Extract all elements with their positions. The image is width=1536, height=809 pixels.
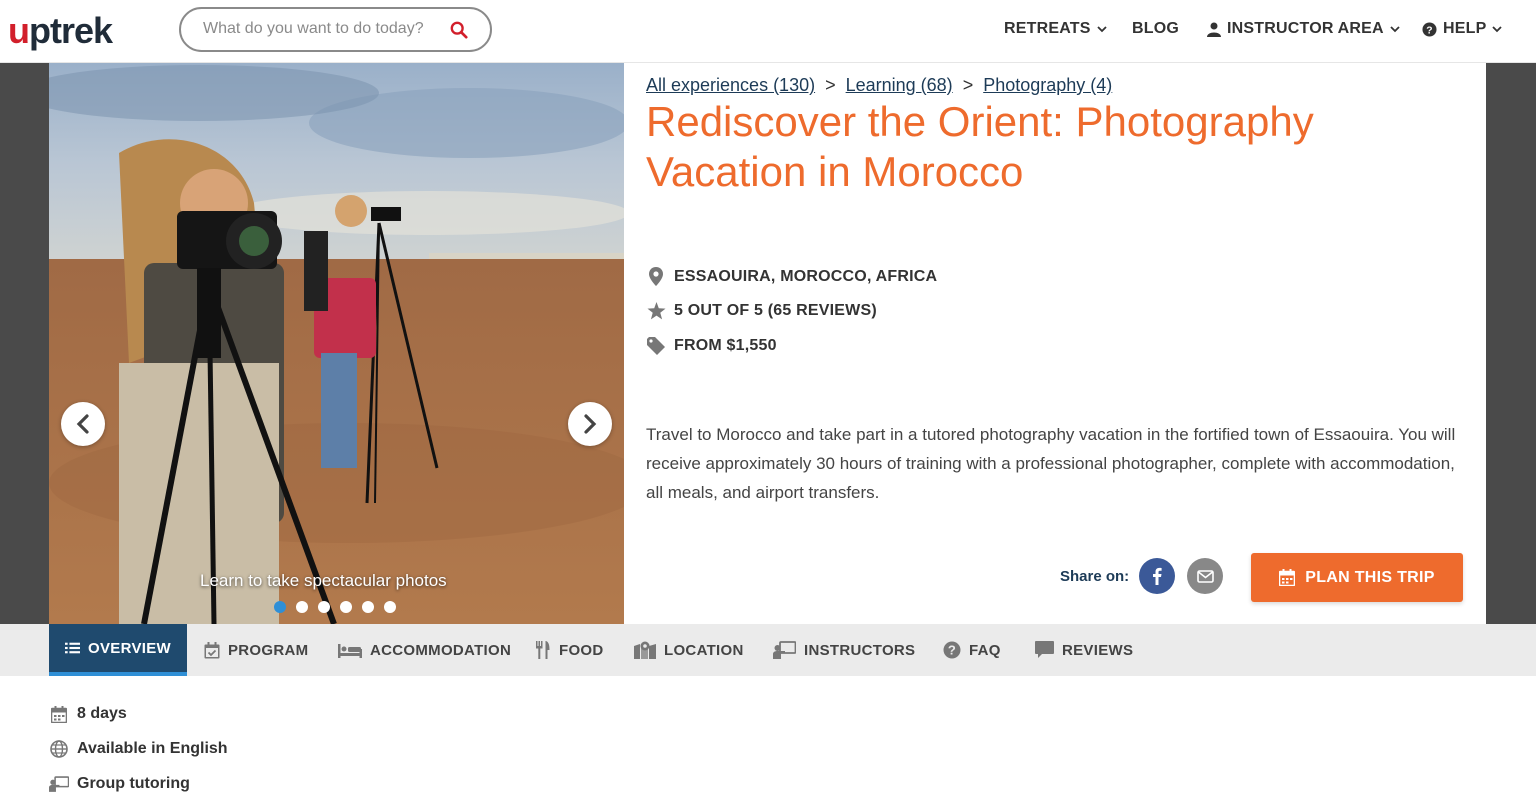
search-input[interactable]	[203, 20, 443, 38]
envelope-icon	[1196, 569, 1214, 583]
list-icon	[65, 642, 81, 654]
breadcrumb-separator: >	[825, 75, 836, 95]
map-marker-icon	[649, 267, 663, 286]
carousel-caption: Learn to take spectacular photos	[200, 571, 447, 590]
map-pin-icon	[634, 641, 656, 659]
nav-help[interactable]: ? HELP	[1422, 20, 1503, 38]
location-row: ESSAOUIRA, MOROCCO, AFRICA	[646, 267, 937, 286]
tab-location[interactable]: LOCATION	[634, 624, 744, 676]
facebook-icon	[1153, 567, 1162, 585]
nav-instructor-area[interactable]: INSTRUCTOR AREA	[1207, 20, 1400, 38]
comment-icon	[1035, 641, 1054, 658]
svg-text:?: ?	[948, 643, 956, 658]
svg-text:?: ?	[1426, 25, 1432, 36]
chevron-down-icon	[1390, 25, 1400, 32]
search-icon[interactable]	[450, 21, 468, 39]
tab-program[interactable]: PROGRAM	[204, 624, 308, 676]
uptrek-logo[interactable]: uptrek	[8, 10, 113, 52]
carousel-dots	[274, 601, 396, 613]
globe-icon	[50, 740, 68, 758]
carousel-dot[interactable]	[362, 601, 374, 613]
user-icon	[1207, 22, 1221, 37]
tab-overview[interactable]: OVERVIEW	[49, 624, 187, 676]
breadcrumb: All experiences (130) > Learning (68) > …	[646, 75, 1112, 96]
section-tabs: OVERVIEW PROGRAM ACCOMMODATION FOOD LOCA…	[0, 624, 1536, 676]
breadcrumb-learning[interactable]: Learning (68)	[846, 75, 953, 96]
question-circle-icon: ?	[943, 641, 961, 659]
fact-language: Available in English	[49, 740, 228, 758]
hero-carousel[interactable]	[49, 63, 624, 624]
carousel-dot[interactable]	[384, 601, 396, 613]
carousel-prev-button[interactable]	[61, 402, 105, 446]
tab-instructors[interactable]: INSTRUCTORS	[773, 624, 915, 676]
calendar-check-icon	[204, 641, 220, 658]
fact-duration: 8 days	[49, 705, 127, 723]
plan-this-trip-button[interactable]: PLAN THIS TRIP	[1251, 553, 1463, 602]
trip-info-panel: All experiences (130) > Learning (68) > …	[624, 63, 1486, 624]
tab-accommodation[interactable]: ACCOMMODATION	[338, 624, 511, 676]
breadcrumb-photography[interactable]: Photography (4)	[983, 75, 1112, 96]
carousel-dot[interactable]	[296, 601, 308, 613]
chevron-down-icon	[1492, 25, 1503, 32]
carousel-dot[interactable]	[318, 601, 330, 613]
fact-tutoring: Group tutoring	[49, 775, 190, 793]
breadcrumb-separator: >	[962, 75, 974, 95]
tab-food[interactable]: FOOD	[535, 624, 604, 676]
bed-icon	[338, 643, 362, 658]
carousel-dot[interactable]	[340, 601, 352, 613]
question-circle-icon: ?	[1422, 21, 1437, 37]
chalkboard-teacher-icon	[773, 641, 796, 659]
price-row: FROM $1,550	[646, 337, 777, 355]
carousel-next-button[interactable]	[568, 402, 612, 446]
calendar-icon	[51, 705, 67, 723]
trip-description: Travel to Morocco and take part in a tut…	[646, 425, 1456, 502]
breadcrumb-all-experiences[interactable]: All experiences (130)	[646, 75, 815, 96]
carousel-dot[interactable]	[274, 601, 286, 613]
top-header: uptrek RETREATS BLOG INSTRUCTOR AREA ? H…	[0, 0, 1536, 63]
chevron-right-icon	[584, 414, 597, 434]
chevron-left-icon	[76, 414, 89, 434]
chevron-down-icon	[1097, 25, 1107, 32]
tab-faq[interactable]: ? FAQ	[943, 624, 1001, 676]
nav-blog[interactable]: BLOG	[1132, 20, 1179, 38]
nav-retreats[interactable]: RETREATS	[1004, 20, 1107, 38]
chalkboard-teacher-icon	[49, 776, 69, 792]
facebook-share-button[interactable]	[1139, 558, 1175, 594]
page-title: Rediscover the Orient: Photography Vacat…	[646, 98, 1314, 195]
tab-reviews[interactable]: REVIEWS	[1035, 624, 1133, 676]
tag-icon	[647, 337, 665, 355]
search-box[interactable]	[179, 7, 492, 52]
hero-photo	[49, 63, 624, 624]
calendar-icon	[1279, 569, 1296, 586]
utensils-icon	[536, 641, 550, 659]
rating-row[interactable]: 5 OUT OF 5 (65 REVIEWS)	[646, 302, 877, 320]
email-share-button[interactable]	[1187, 558, 1223, 594]
share-label: Share on:	[1060, 568, 1130, 585]
star-icon	[647, 302, 665, 320]
